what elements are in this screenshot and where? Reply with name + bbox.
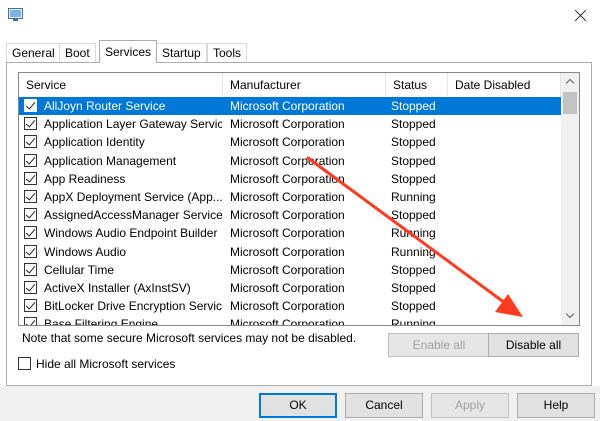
service-name: Application Layer Gateway Service <box>44 117 222 132</box>
service-status: Stopped <box>391 99 436 113</box>
system-configuration-icon <box>8 8 23 21</box>
apply-button[interactable]: Apply <box>431 393 509 418</box>
service-manufacturer: Microsoft Corporation <box>230 226 345 241</box>
tab-services[interactable]: Services <box>99 40 158 63</box>
table-row[interactable]: Windows Audio Endpoint Builder Microsoft … <box>19 224 561 242</box>
service-checkbox[interactable] <box>24 226 37 240</box>
service-status: Stopped <box>391 299 436 314</box>
ok-button[interactable]: OK <box>259 393 337 418</box>
service-status: Running <box>391 244 436 259</box>
service-manufacturer: Microsoft Corporation <box>230 117 345 132</box>
service-checkbox[interactable] <box>24 244 37 258</box>
service-checkbox[interactable] <box>24 171 37 185</box>
service-name: Application Management <box>44 153 177 168</box>
service-manufacturer: Microsoft Corporation <box>230 153 345 168</box>
service-status: Stopped <box>391 208 436 223</box>
table-row[interactable]: Application Layer Gateway Service Microso… <box>19 115 561 133</box>
service-name: ActiveX Installer (AxInstSV) <box>44 280 191 295</box>
vertical-scrollbar[interactable] <box>561 73 579 325</box>
column-header-service[interactable]: Service <box>19 73 223 97</box>
column-header-status[interactable]: Status <box>386 73 448 97</box>
list-header: Service Manufacturer Status Date Disable… <box>19 73 561 97</box>
service-checkbox[interactable] <box>24 280 37 294</box>
service-manufacturer: Microsoft Corporation <box>230 135 345 150</box>
service-name: AssignedAccessManager Service <box>44 208 222 223</box>
service-checkbox[interactable] <box>24 135 37 149</box>
secure-services-note: Note that some secure Microsoft services… <box>22 331 357 345</box>
table-row[interactable]: AppX Deployment Service (App... Microsoft… <box>19 188 561 206</box>
table-row[interactable]: App Readiness Microsoft Corporation Stoppe… <box>19 170 561 188</box>
table-row[interactable]: Windows Audio Microsoft Corporation Runnin… <box>19 243 561 261</box>
hide-microsoft-services-label[interactable]: Hide all Microsoft services <box>36 357 175 371</box>
service-checkbox[interactable] <box>24 317 37 325</box>
tab-general[interactable]: General <box>6 43 61 62</box>
service-status: Stopped <box>391 171 436 186</box>
tab-startup[interactable]: Startup <box>156 43 207 62</box>
service-name: AppX Deployment Service (App... <box>44 189 222 204</box>
service-checkbox[interactable] <box>24 299 37 313</box>
service-name: BitLocker Drive Encryption Service <box>44 299 222 314</box>
enable-all-button[interactable]: Enable all <box>388 333 490 357</box>
table-row[interactable]: AllJoyn Router Service Microsoft Corporat… <box>19 97 561 116</box>
service-checkbox[interactable] <box>24 153 37 167</box>
service-status: Running <box>391 189 436 204</box>
service-status: Stopped <box>391 117 436 132</box>
list-rows: AllJoyn Router Service Microsoft Corporat… <box>19 97 561 326</box>
service-checkbox[interactable] <box>24 99 37 112</box>
service-status: Stopped <box>391 153 436 168</box>
service-manufacturer: Microsoft Corporation <box>230 208 345 223</box>
service-status: Stopped <box>391 280 436 295</box>
service-checkbox[interactable] <box>24 117 37 131</box>
service-status: Running <box>391 226 436 241</box>
table-row[interactable]: AssignedAccessManager Service Microsoft C… <box>19 206 561 224</box>
service-checkbox[interactable] <box>24 189 37 203</box>
service-manufacturer: Microsoft Corporation <box>230 280 345 295</box>
service-name: App Readiness <box>44 171 126 186</box>
service-checkbox[interactable] <box>24 208 37 222</box>
close-icon[interactable] <box>566 2 596 30</box>
table-row[interactable]: Application Management Microsoft Corporat… <box>19 152 561 170</box>
service-status: Stopped <box>391 135 436 150</box>
disable-all-button[interactable]: Disable all <box>488 333 579 357</box>
services-list[interactable]: Service Manufacturer Status Date Disable… <box>18 72 580 326</box>
service-status: Stopped <box>391 262 436 277</box>
service-manufacturer: Microsoft Corporation <box>230 317 345 326</box>
service-manufacturer: Microsoft Corporation <box>230 189 345 204</box>
column-header-manufacturer[interactable]: Manufacturer <box>223 73 386 97</box>
table-row[interactable]: Base Filtering Engine Microsoft Corporati… <box>19 315 561 326</box>
service-status: Running <box>391 317 436 326</box>
table-row[interactable]: Cellular Time Microsoft Corporation Stoppe… <box>19 261 561 279</box>
help-button[interactable]: Help <box>517 393 595 418</box>
table-row[interactable]: ActiveX Installer (AxInstSV) Microsoft Co… <box>19 279 561 297</box>
service-checkbox[interactable] <box>24 262 37 276</box>
tab-tools[interactable]: Tools <box>207 43 248 62</box>
service-manufacturer: Microsoft Corporation <box>230 99 345 113</box>
service-name: Base Filtering Engine <box>44 317 159 326</box>
cancel-button[interactable]: Cancel <box>345 393 423 418</box>
service-name: AllJoyn Router Service <box>44 99 166 113</box>
service-manufacturer: Microsoft Corporation <box>230 262 345 277</box>
service-name: Cellular Time <box>44 262 115 277</box>
service-name: Windows Audio <box>44 244 127 259</box>
tab-boot[interactable]: Boot <box>59 43 96 62</box>
scrollbar-thumb[interactable] <box>563 92 577 114</box>
service-manufacturer: Microsoft Corporation <box>230 299 345 314</box>
hide-microsoft-services-checkbox[interactable] <box>18 357 31 370</box>
title-bar <box>0 0 600 36</box>
service-name: Windows Audio Endpoint Builder <box>44 226 218 241</box>
table-row[interactable]: BitLocker Drive Encryption Service Micros… <box>19 297 561 315</box>
service-name: Application Identity <box>44 135 145 150</box>
table-row[interactable]: Application Identity Microsoft Corporatio… <box>19 133 561 151</box>
scroll-up-arrow-icon[interactable] <box>561 73 579 91</box>
service-manufacturer: Microsoft Corporation <box>230 244 345 259</box>
scroll-down-arrow-icon[interactable] <box>561 307 579 325</box>
service-manufacturer: Microsoft Corporation <box>230 171 345 186</box>
column-header-date-disabled[interactable]: Date Disabled <box>448 73 561 97</box>
